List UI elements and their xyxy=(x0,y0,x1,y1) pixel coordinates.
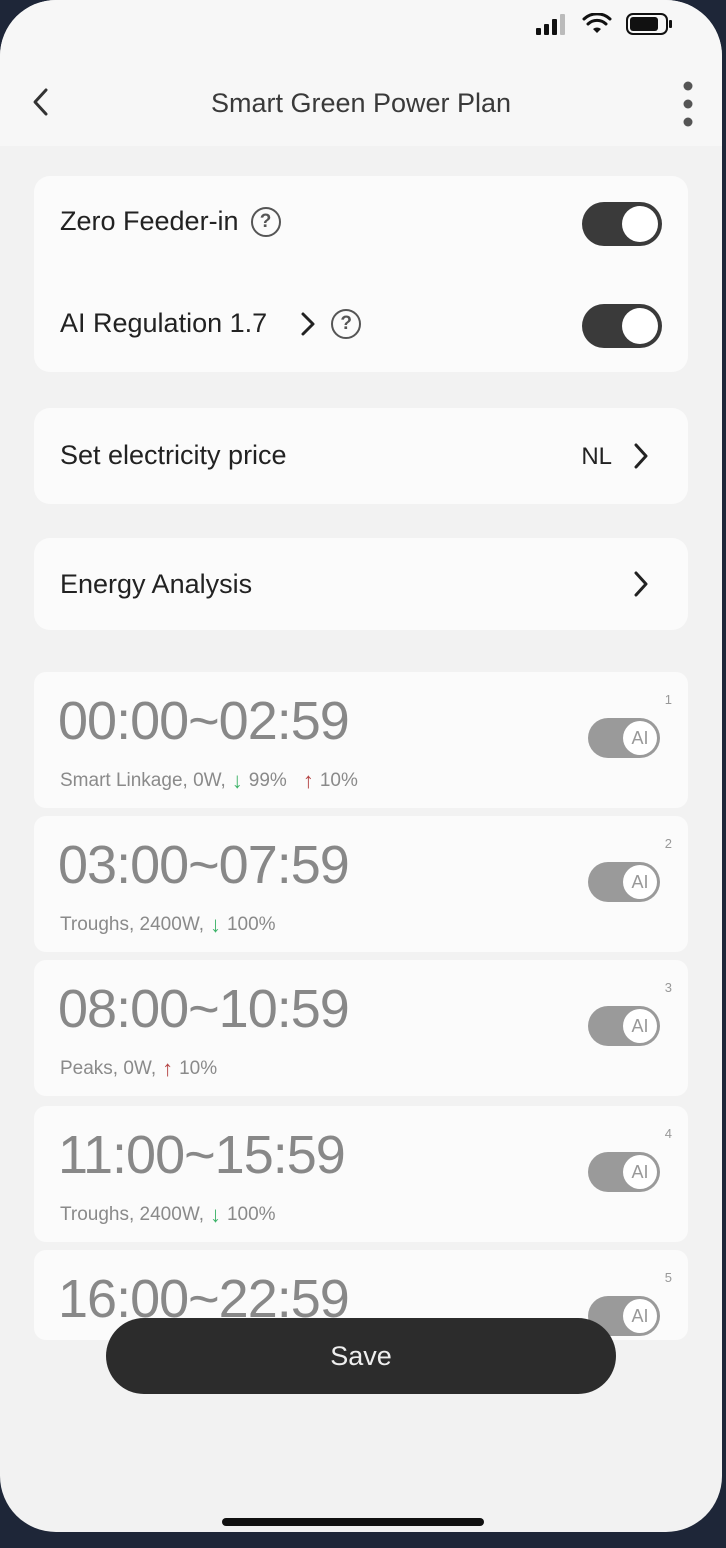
chevron-right-icon[interactable] xyxy=(297,309,319,339)
save-button[interactable]: Save xyxy=(106,1318,616,1394)
ai-knob: AI xyxy=(623,1009,657,1043)
time-slot-3[interactable]: 3 08:00~10:59 Peaks, 0W, ↑ 10% AI xyxy=(34,960,688,1096)
ai-knob: AI xyxy=(623,1299,657,1333)
energy-analysis-label-wrap: Energy Analysis xyxy=(60,569,252,600)
arrow-up-icon: ↑ xyxy=(162,1056,174,1081)
slot-time: 03:00~07:59 xyxy=(58,835,350,895)
arrow-down-icon: ↓ xyxy=(209,912,221,937)
slot-time: 11:00~15:59 xyxy=(58,1125,346,1185)
slot-index: 4 xyxy=(664,1126,672,1141)
time-slot-1[interactable]: 1 00:00~02:59 Smart Linkage, 0W, ↓ 99% ↑… xyxy=(34,672,688,808)
slot-up-value: 10% xyxy=(319,770,358,791)
slot-time: 00:00~02:59 xyxy=(58,691,350,751)
slot-description: Troughs, 2400W, ↓ 100% xyxy=(60,1202,276,1228)
status-bar xyxy=(0,0,722,60)
slot-down-value: 99% xyxy=(248,770,287,791)
arrow-down-icon: ↓ xyxy=(209,1202,221,1227)
slot-description: Peaks, 0W, ↑ 10% xyxy=(60,1056,217,1082)
electricity-price-row[interactable]: Set electricity price NL xyxy=(34,408,688,504)
slot-mode: Troughs, 2400W, xyxy=(60,1204,204,1225)
ai-toggle[interactable]: AI xyxy=(588,1006,660,1046)
arrow-up-icon: ↑ xyxy=(302,768,314,793)
ai-toggle[interactable]: AI xyxy=(588,862,660,902)
toggle-knob xyxy=(622,206,658,242)
signal-icon xyxy=(536,14,565,35)
page-title: Smart Green Power Plan xyxy=(210,88,512,118)
electricity-price-label: Set electricity price xyxy=(60,440,287,470)
toggle-knob xyxy=(622,308,658,344)
slot-index: 3 xyxy=(664,980,672,995)
nav-header: Smart Green Power Plan xyxy=(0,60,722,146)
electricity-price-value: NL xyxy=(581,443,612,470)
help-icon[interactable]: ? xyxy=(250,206,281,237)
settings-card: Zero Feeder-in ? AI Regulation 1.7 ? xyxy=(34,176,688,372)
more-options-icon[interactable] xyxy=(678,78,698,130)
slot-description: Troughs, 2400W, ↓ 100% xyxy=(60,912,276,938)
ai-regulation-toggle[interactable] xyxy=(582,304,662,348)
ai-knob: AI xyxy=(623,865,657,899)
energy-analysis-label: Energy Analysis xyxy=(60,569,253,599)
slot-down-value: 100% xyxy=(226,914,276,935)
ai-knob: AI xyxy=(623,721,657,755)
ai-knob: AI xyxy=(623,1155,657,1189)
chevron-right-icon[interactable] xyxy=(630,567,652,601)
zero-feeder-label: Zero Feeder-in xyxy=(60,206,239,236)
zero-feeder-toggle[interactable] xyxy=(582,202,662,246)
help-icon[interactable]: ? xyxy=(331,308,362,339)
battery-icon xyxy=(626,13,672,35)
slot-mode: Peaks, 0W, xyxy=(60,1058,157,1079)
ai-regulation-label: AI Regulation 1.7 xyxy=(60,308,268,338)
time-slot-4[interactable]: 4 11:00~15:59 Troughs, 2400W, ↓ 100% AI xyxy=(34,1106,688,1242)
ai-regulation-row[interactable]: AI Regulation 1.7 ? xyxy=(60,308,362,339)
ai-toggle[interactable]: AI xyxy=(588,1152,660,1192)
energy-analysis-row[interactable]: Energy Analysis xyxy=(34,538,688,630)
slot-time: 08:00~10:59 xyxy=(58,979,350,1039)
wifi-icon xyxy=(582,13,612,33)
arrow-down-icon: ↓ xyxy=(231,768,243,793)
slot-mode: Troughs, 2400W, xyxy=(60,914,204,935)
slot-index: 1 xyxy=(664,692,672,707)
ai-toggle[interactable]: AI xyxy=(588,718,660,758)
zero-feeder-row: Zero Feeder-in ? xyxy=(60,206,281,237)
slot-down-value: 100% xyxy=(226,1204,276,1225)
slot-description: Smart Linkage, 0W, ↓ 99% ↑ 10% xyxy=(60,768,358,794)
electricity-price-label-wrap: Set electricity price xyxy=(60,440,287,471)
slot-index: 5 xyxy=(664,1270,672,1285)
home-indicator xyxy=(222,1518,484,1526)
phone-screen: Smart Green Power Plan Zero Feeder-in ? … xyxy=(0,0,722,1532)
chevron-right-icon[interactable] xyxy=(630,439,652,473)
slot-mode: Smart Linkage, 0W, xyxy=(60,770,226,791)
time-slot-2[interactable]: 2 03:00~07:59 Troughs, 2400W, ↓ 100% AI xyxy=(34,816,688,952)
slot-index: 2 xyxy=(664,836,672,851)
slot-up-value: 10% xyxy=(179,1058,218,1079)
